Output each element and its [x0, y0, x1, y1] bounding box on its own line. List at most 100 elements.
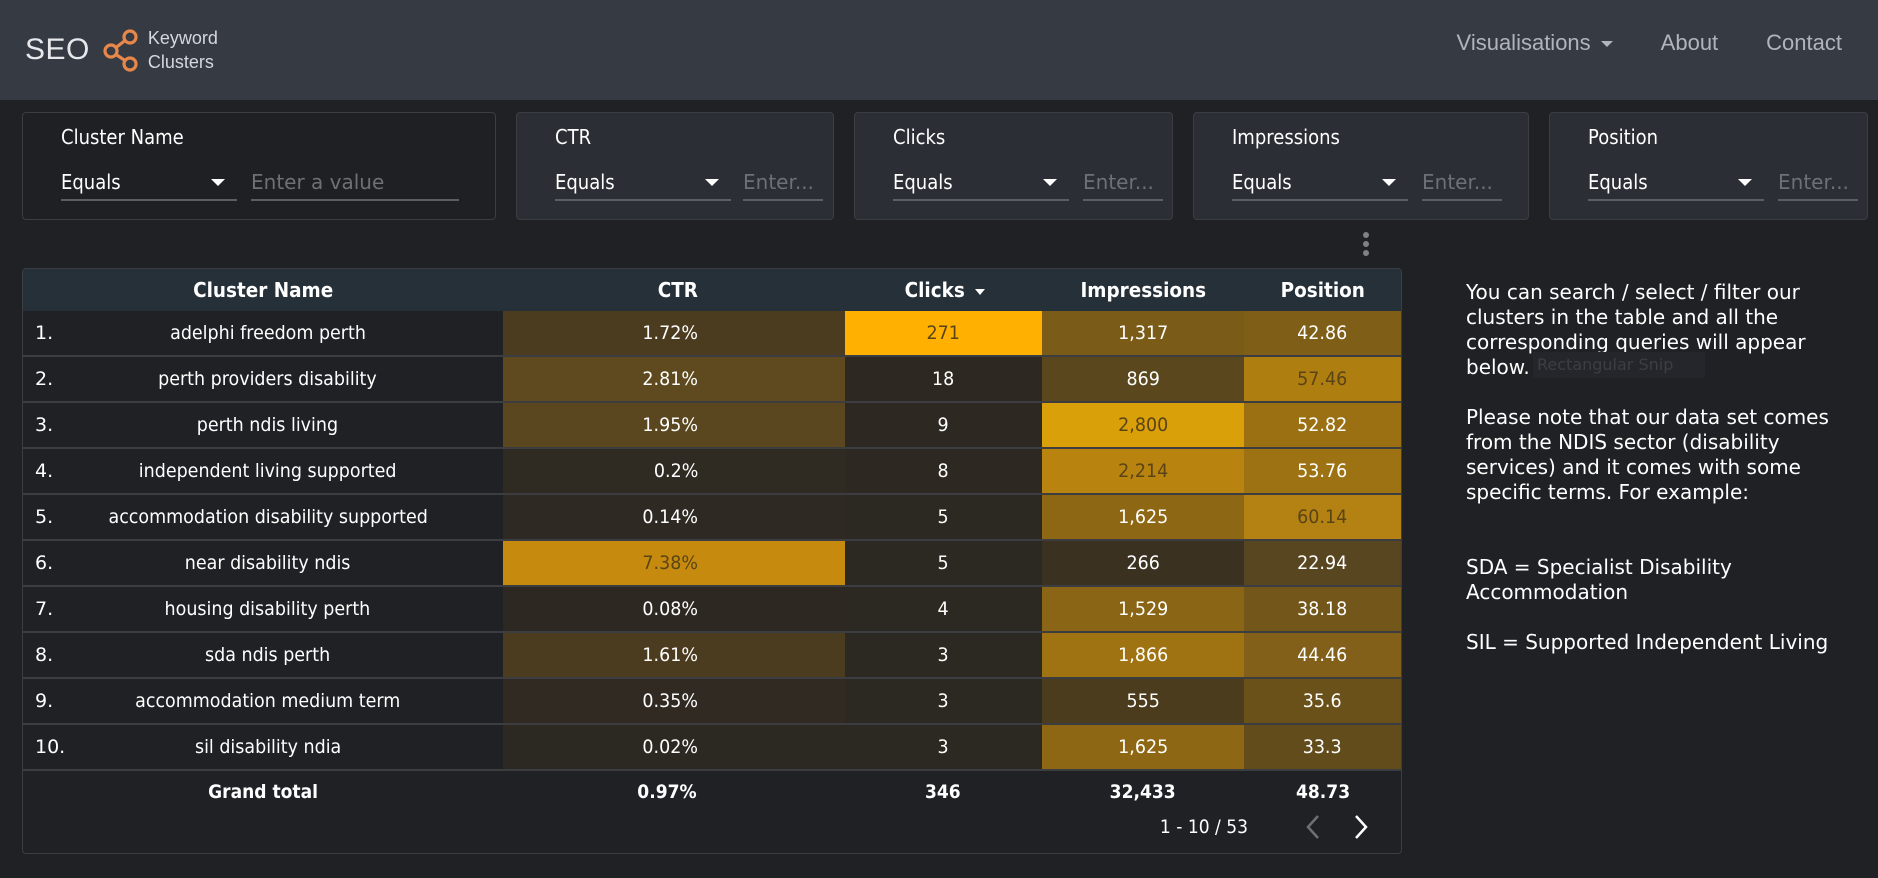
value-input[interactable] — [251, 165, 459, 201]
row-index: 4. — [35, 460, 54, 482]
table-row[interactable]: 9. accommodation medium term 0.35% 3 555 35.6 — [23, 679, 1401, 725]
table-row[interactable]: 10. sil disability ndia 0.02% 3 1,625 33.3 — [23, 725, 1401, 771]
cell-cluster-name[interactable]: 4. independent living supported — [23, 449, 504, 493]
cell-cluster-name[interactable]: 10. sil disability ndia — [23, 725, 504, 769]
cell-ctr[interactable]: 0.14% — [503, 495, 845, 539]
operator-value: Equals — [61, 170, 121, 194]
cell-position[interactable]: 52.82 — [1244, 403, 1401, 447]
cell-cluster-name[interactable]: 2. perth providers disability — [23, 357, 504, 401]
cell-clicks[interactable]: 3 — [844, 725, 1042, 769]
filter-label: Cluster Name — [61, 125, 184, 149]
nav-about-link[interactable]: About — [1661, 30, 1719, 56]
column-header-position[interactable]: Position — [1244, 269, 1401, 311]
cell-position[interactable]: 44.46 — [1244, 633, 1401, 677]
cell-ctr[interactable]: 1.72% — [503, 311, 845, 355]
row-index: 7. — [35, 598, 54, 620]
value-input[interactable] — [743, 165, 823, 201]
column-header-cluster-name[interactable]: Cluster Name — [23, 269, 503, 311]
table-row[interactable]: 5. accommodation disability supported 0.14… — [23, 495, 1401, 541]
cell-position[interactable]: 57.46 — [1244, 357, 1401, 401]
cell-clicks[interactable]: 271 — [844, 311, 1042, 355]
cell-clicks[interactable]: 5 — [844, 541, 1042, 585]
cell-cluster-name[interactable]: 8. sda ndis perth — [23, 633, 504, 677]
cell-clicks[interactable]: 4 — [844, 587, 1042, 631]
column-header-ctr[interactable]: CTR — [503, 269, 845, 311]
cell-position[interactable]: 42.86 — [1244, 311, 1401, 355]
cell-position[interactable]: 22.94 — [1244, 541, 1401, 585]
nav-contact-link[interactable]: Contact — [1766, 30, 1842, 56]
operator-select[interactable]: Equals — [61, 165, 237, 201]
filter-label: Impressions — [1232, 125, 1340, 149]
cell-position[interactable]: 60.14 — [1244, 495, 1401, 539]
chevron-left-icon — [1306, 815, 1319, 839]
clusters-table: Cluster Name CTR Clicks Impressions Posi… — [22, 268, 1402, 854]
cell-clicks[interactable]: 8 — [844, 449, 1042, 493]
cell-clicks[interactable]: 3 — [844, 633, 1042, 677]
operator-select[interactable]: Equals — [555, 165, 731, 201]
cell-impressions[interactable]: 1,625 — [1041, 495, 1245, 539]
cell-impressions[interactable]: 1,625 — [1041, 725, 1245, 769]
table-row[interactable]: 8. sda ndis perth 1.61% 3 1,866 44.46 — [23, 633, 1401, 679]
cell-clicks[interactable]: 3 — [844, 679, 1042, 723]
cell-impressions[interactable]: 1,866 — [1041, 633, 1245, 677]
cell-position[interactable]: 35.6 — [1244, 679, 1401, 723]
cell-impressions[interactable]: 1,529 — [1041, 587, 1245, 631]
cell-cluster-name[interactable]: 1. adelphi freedom perth — [23, 311, 504, 355]
cell-ctr[interactable]: 0.35% — [503, 679, 845, 723]
cell-ctr[interactable]: 0.08% — [503, 587, 845, 631]
logo-line-2: Clusters — [147, 52, 214, 72]
value-input[interactable] — [1422, 165, 1502, 201]
cell-position[interactable]: 33.3 — [1244, 725, 1401, 769]
table-row[interactable]: 2. perth providers disability 2.81% 18 869 57… — [23, 357, 1401, 403]
more-options-icon[interactable] — [1362, 232, 1370, 258]
table-row[interactable]: 1. adelphi freedom perth 1.72% 271 1,317 42.8… — [23, 311, 1401, 357]
table-row[interactable]: 3. perth ndis living 1.95% 9 2,800 52.82 — [23, 403, 1401, 449]
site-logo[interactable]: SEO Keyword Clusters — [25, 22, 218, 78]
cluster-name-text: adelphi freedom perth — [169, 322, 366, 344]
cell-position[interactable]: 38.18 — [1244, 587, 1401, 631]
notes-sda-definition: SDA = Specialist Disability Accommodatio… — [1466, 555, 1732, 604]
row-index: 2. — [35, 368, 54, 390]
cell-clicks[interactable]: 9 — [844, 403, 1042, 447]
table-row[interactable]: 4. independent living supported 0.2% 8 2,214… — [23, 449, 1401, 495]
table-row[interactable]: 6. near disability ndis 7.38% 5 266 22.94 — [23, 541, 1401, 587]
operator-select[interactable]: Equals — [1232, 165, 1408, 201]
cell-ctr[interactable]: 0.02% — [503, 725, 845, 769]
cell-clicks[interactable]: 5 — [844, 495, 1042, 539]
cell-impressions[interactable]: 266 — [1041, 541, 1245, 585]
grand-total-ctr: 0.97% — [637, 781, 697, 803]
next-page-button[interactable] — [1343, 809, 1379, 845]
cell-ctr[interactable]: 7.38% — [503, 541, 845, 585]
table-row[interactable]: 7. housing disability perth 0.08% 4 1,529 38.… — [23, 587, 1401, 633]
cluster-name-text: perth providers disability — [158, 368, 378, 390]
cell-ctr[interactable]: 1.95% — [503, 403, 845, 447]
cell-cluster-name[interactable]: 3. perth ndis living — [23, 403, 504, 447]
nav-visualisations-dropdown[interactable]: Visualisations — [1457, 30, 1613, 56]
cell-cluster-name[interactable]: 7. housing disability perth — [23, 587, 504, 631]
previous-page-button[interactable] — [1295, 809, 1331, 845]
cell-impressions[interactable]: 2,214 — [1041, 449, 1245, 493]
logo-tagline: Keyword Clusters — [148, 26, 218, 74]
operator-select[interactable]: Equals — [1588, 165, 1764, 201]
row-index: 5. — [35, 506, 54, 528]
row-index: 3. — [35, 414, 54, 436]
cell-clicks[interactable]: 18 — [844, 357, 1042, 401]
cell-ctr[interactable]: 0.2% — [503, 449, 845, 493]
column-header-impressions[interactable]: Impressions — [1042, 269, 1245, 311]
cell-ctr[interactable]: 2.81% — [503, 357, 845, 401]
cell-impressions[interactable]: 555 — [1041, 679, 1245, 723]
cell-cluster-name[interactable]: 9. accommodation medium term — [23, 679, 504, 723]
column-header-clicks[interactable]: Clicks — [845, 269, 1042, 311]
cell-cluster-name[interactable]: 5. accommodation disability supported — [23, 495, 504, 539]
value-input[interactable] — [1778, 165, 1858, 201]
caret-down-icon — [705, 178, 719, 186]
cell-impressions[interactable]: 1,317 — [1041, 311, 1245, 355]
value-input[interactable] — [1083, 165, 1163, 201]
cell-cluster-name[interactable]: 6. near disability ndis — [23, 541, 504, 585]
cell-impressions[interactable]: 869 — [1041, 357, 1245, 401]
cell-impressions[interactable]: 2,800 — [1041, 403, 1245, 447]
nav-visualisations-label: Visualisations — [1456, 30, 1591, 55]
operator-select[interactable]: Equals — [893, 165, 1069, 201]
cell-ctr[interactable]: 1.61% — [503, 633, 845, 677]
cell-position[interactable]: 53.76 — [1244, 449, 1401, 493]
